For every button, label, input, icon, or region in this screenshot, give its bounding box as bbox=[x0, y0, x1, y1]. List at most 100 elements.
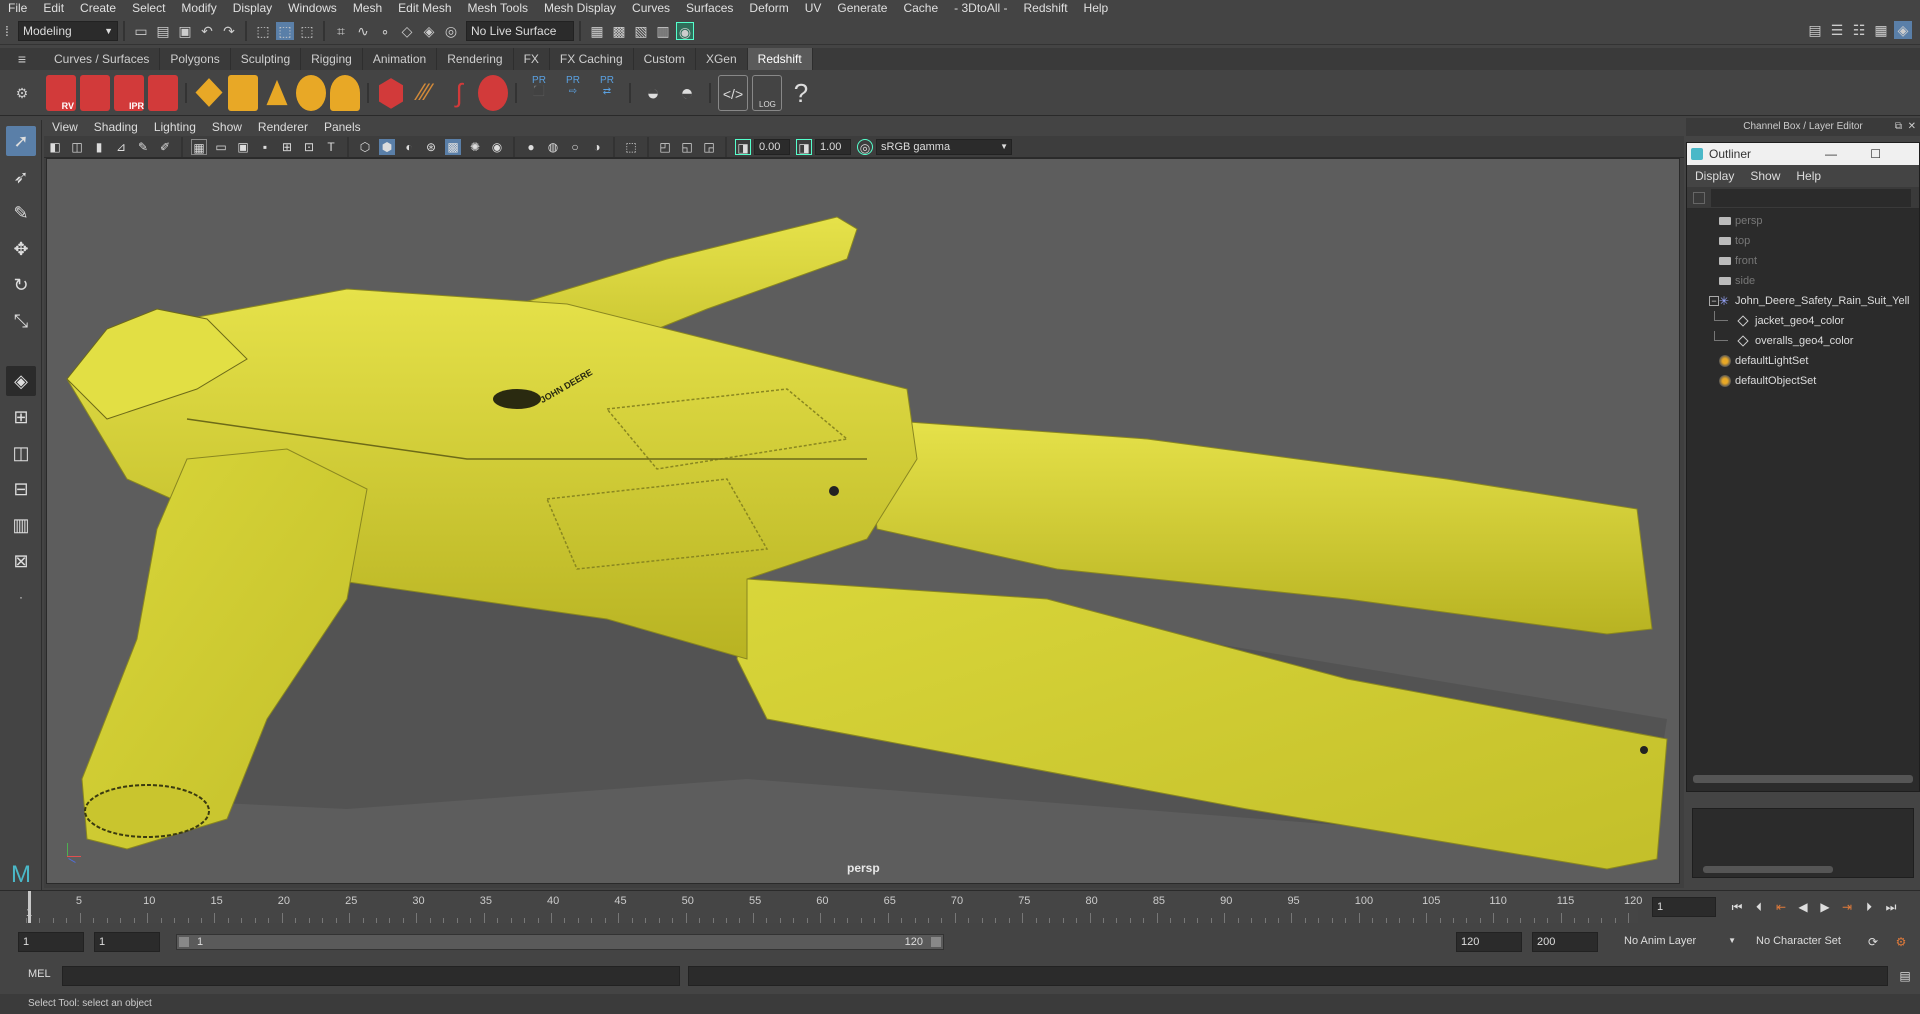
move-tool-icon[interactable]: ✥ bbox=[6, 234, 36, 264]
script-language-label[interactable]: MEL bbox=[28, 968, 51, 980]
smooth-shade-icon[interactable]: ⬢ bbox=[379, 138, 395, 155]
menu-surfaces[interactable]: Surfaces bbox=[678, 0, 741, 17]
panel-menu-lighting[interactable]: Lighting bbox=[146, 118, 204, 136]
range-handle-start[interactable] bbox=[179, 937, 189, 947]
single-perspective-view-icon[interactable]: ◈ bbox=[6, 366, 36, 396]
xray-components-icon[interactable]: ◲ bbox=[701, 139, 717, 155]
select-by-hierarchy-icon[interactable]: ⬚ bbox=[254, 22, 272, 40]
outliner-item[interactable]: front bbox=[1687, 251, 1919, 271]
paint-select-tool-icon[interactable]: ✎ bbox=[6, 198, 36, 228]
persp-graph-layout-icon[interactable]: ⊟ bbox=[6, 474, 36, 504]
field-chart-icon[interactable]: ⊞ bbox=[279, 139, 295, 155]
multisample-aa-icon[interactable]: ○ bbox=[567, 139, 583, 155]
mode-dropdown[interactable]: Modeling ▼ bbox=[18, 20, 118, 41]
ies-light-icon[interactable] bbox=[266, 79, 288, 106]
shelf-tab-rendering[interactable]: Rendering bbox=[437, 48, 514, 70]
menu-edit[interactable]: Edit bbox=[35, 0, 72, 17]
menu-file[interactable]: File bbox=[0, 0, 35, 17]
anim-layer-dropdown[interactable]: No Anim Layer ▼ bbox=[1620, 932, 1738, 952]
menu-modify[interactable]: Modify bbox=[173, 0, 224, 17]
xray-icon[interactable]: ◰ bbox=[657, 139, 673, 155]
auto-key-icon[interactable]: ⟳ bbox=[1865, 934, 1881, 950]
menu-deform[interactable]: Deform bbox=[741, 0, 796, 17]
film-gate-icon[interactable]: ▭ bbox=[213, 139, 229, 155]
volume-icon[interactable] bbox=[379, 78, 403, 109]
rotate-tool-icon[interactable]: ↻ bbox=[6, 270, 36, 300]
camera-attributes-icon[interactable]: ◫ bbox=[69, 139, 85, 155]
shelf-tab-custom[interactable]: Custom bbox=[634, 48, 696, 70]
shelf-tab-rigging[interactable]: Rigging bbox=[301, 48, 363, 70]
perspective-viewport[interactable]: JOHN DEERE persp bbox=[46, 158, 1680, 884]
snap-point-icon[interactable]: ∘ bbox=[376, 22, 394, 40]
range-slider[interactable]: 1 120 bbox=[176, 934, 944, 950]
render-view-icon[interactable]: ▦ bbox=[588, 22, 606, 40]
xray-joints-icon[interactable]: ◱ bbox=[679, 139, 695, 155]
step-back-key-icon[interactable]: ⇤ bbox=[1773, 899, 1789, 915]
outliner-item[interactable]: defaultLightSet bbox=[1687, 351, 1919, 371]
bookmark-icon[interactable]: ▮ bbox=[91, 139, 107, 155]
shelf-tab-fx[interactable]: FX bbox=[514, 48, 550, 70]
shader-ball-icon[interactable]: ◒ bbox=[638, 75, 668, 111]
maximize-icon[interactable]: ☐ bbox=[1870, 143, 1881, 165]
outliner-hscrollbar[interactable] bbox=[1693, 775, 1913, 783]
select-by-object-icon[interactable]: ⬚ bbox=[276, 21, 294, 40]
float-icon[interactable]: ⧉ bbox=[1895, 118, 1902, 136]
command-input[interactable] bbox=[62, 966, 680, 986]
hypershade-layout-icon[interactable]: ▥ bbox=[6, 510, 36, 540]
outliner-item[interactable]: top bbox=[1687, 231, 1919, 251]
persp-outliner-layout-icon[interactable]: ◫ bbox=[6, 438, 36, 468]
filter-icon[interactable] bbox=[1693, 191, 1705, 204]
hypershade-icon[interactable]: ◉ bbox=[676, 21, 694, 40]
shelf-tab-xgen[interactable]: XGen bbox=[696, 48, 748, 70]
menu-mesh-tools[interactable]: Mesh Tools bbox=[460, 0, 536, 17]
time-ruler[interactable]: 1510152025303540455055606570758085909510… bbox=[26, 891, 1642, 923]
depth-of-field-icon[interactable]: ◑ bbox=[589, 139, 605, 155]
script-editor-icon[interactable]: </> bbox=[718, 74, 748, 111]
time-slider[interactable]: 1510152025303540455055606570758085909510… bbox=[0, 890, 1920, 924]
outliner-item[interactable]: defaultObjectSet bbox=[1687, 371, 1919, 391]
step-forward-key-icon[interactable]: ⇥ bbox=[1839, 899, 1855, 915]
snap-surface-icon[interactable]: ◈ bbox=[420, 22, 438, 40]
portal-light-icon[interactable] bbox=[228, 74, 258, 111]
grease-pencil-icon[interactable]: ✐ bbox=[157, 139, 173, 155]
menu-3dtoall[interactable]: - 3DtoAll - bbox=[946, 0, 1015, 17]
panel-menu-panels[interactable]: Panels bbox=[316, 118, 369, 136]
menu-redshift[interactable]: Redshift bbox=[1016, 0, 1076, 17]
motion-blur-icon[interactable]: ◍ bbox=[545, 139, 561, 155]
exposure-field[interactable]: 0.00 bbox=[754, 138, 790, 155]
make-live-icon[interactable]: ◎ bbox=[442, 22, 460, 40]
shelf-tab-sculpting[interactable]: Sculpting bbox=[231, 48, 302, 70]
tool-settings-icon[interactable]: ☷ bbox=[1850, 21, 1868, 39]
menu-help[interactable]: Help bbox=[1076, 0, 1117, 17]
lasso-tool-icon[interactable]: ➶ bbox=[6, 162, 36, 192]
default-material-icon[interactable]: ◐ bbox=[401, 139, 417, 155]
script-editor-button-icon[interactable]: ▤ bbox=[1897, 968, 1913, 984]
snap-view-icon[interactable]: ◇ bbox=[398, 22, 416, 40]
animation-start-field[interactable]: 1 bbox=[18, 932, 84, 952]
undo-icon[interactable]: ↶ bbox=[198, 22, 216, 40]
outliner-item[interactable]: overalls_geo4_color bbox=[1687, 331, 1919, 351]
attribute-editor-icon[interactable]: ☰ bbox=[1828, 21, 1846, 39]
outliner-item[interactable]: side bbox=[1687, 271, 1919, 291]
ipr-render-icon[interactable]: ▧ bbox=[632, 22, 650, 40]
current-frame-field[interactable]: 1 bbox=[1652, 897, 1716, 917]
outliner-menu-display[interactable]: Display bbox=[1687, 165, 1742, 187]
anim-prefs-icon[interactable]: ⚙ bbox=[1893, 934, 1909, 950]
range-handle-end[interactable] bbox=[931, 937, 941, 947]
gate-mask-icon[interactable]: ▪ bbox=[257, 139, 273, 155]
open-scene-icon[interactable]: ▤ bbox=[154, 22, 172, 40]
menu-mesh[interactable]: Mesh bbox=[345, 0, 390, 17]
select-tool-icon[interactable]: ➚ bbox=[6, 126, 36, 156]
panel-menu-renderer[interactable]: Renderer bbox=[250, 118, 316, 136]
go-to-end-icon[interactable]: ⏭ bbox=[1883, 899, 1899, 915]
gamma-icon[interactable]: ◨ bbox=[796, 138, 812, 155]
save-scene-icon[interactable]: ▣ bbox=[176, 22, 194, 40]
outliner-item[interactable]: jacket_geo4_color bbox=[1687, 311, 1919, 331]
resolution-gate-icon[interactable]: ▣ bbox=[235, 139, 251, 155]
proxy-convert-icon[interactable]: PR ⇄ bbox=[592, 75, 622, 111]
wireframe-icon[interactable]: ⬡ bbox=[357, 139, 373, 155]
shelf-tab-animation[interactable]: Animation bbox=[363, 48, 438, 70]
redshift-settings-icon[interactable] bbox=[148, 74, 178, 111]
layers-icon[interactable]: ◈ bbox=[1894, 21, 1912, 39]
color-management-icon[interactable]: ◎ bbox=[857, 138, 873, 155]
